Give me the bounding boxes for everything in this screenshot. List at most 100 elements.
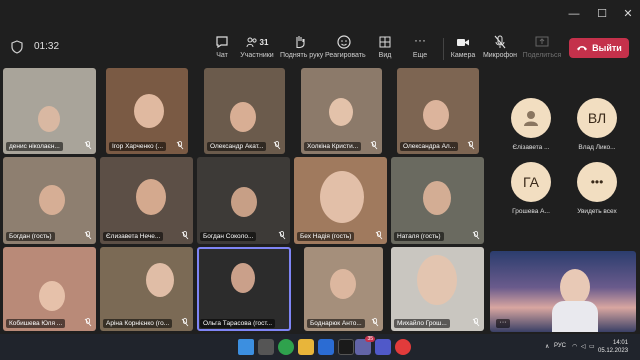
share-button[interactable]: Поделиться (522, 34, 562, 64)
participant-video (329, 98, 353, 126)
camera-button[interactable]: Камера (449, 34, 477, 64)
see-all-label: Увидеть всех (577, 208, 617, 215)
video-tile[interactable]: Холкіна Кристи... (301, 68, 382, 154)
more-dots-icon: ··· (414, 33, 426, 47)
video-tile[interactable]: Боднарюк Анто... (304, 247, 383, 331)
participant-name: Олександр Акат... (207, 142, 267, 151)
video-tile[interactable]: Ігор Харченко (... (106, 68, 188, 154)
video-tile[interactable]: Богдан Соколо... (197, 157, 290, 244)
battery-icon[interactable]: ▭ (589, 343, 595, 350)
participant-name: Єлизавета Нече... (103, 232, 164, 241)
window-titlebar: — ☐ ✕ (0, 0, 640, 28)
close-button[interactable]: ✕ (614, 4, 640, 24)
participant-video (39, 281, 65, 311)
self-video-body (552, 301, 598, 332)
participant-name: Олександра Ал... (400, 142, 459, 151)
video-tile[interactable]: Аріна Корнієнко (го... (100, 247, 193, 331)
participant-video (38, 106, 60, 132)
participant-video (230, 102, 256, 132)
task-view-icon[interactable] (258, 339, 274, 355)
video-tile[interactable]: денис ніколаєн... (3, 68, 96, 154)
language-indicator[interactable]: РУС (554, 343, 566, 349)
side-participant[interactable]: Єлізавета ... (496, 98, 566, 168)
side-participant-name: Влад Лико... (578, 144, 616, 151)
chevron-up-icon[interactable]: ∧ (545, 343, 549, 350)
shield-icon (11, 40, 23, 54)
edge-icon[interactable] (278, 339, 294, 355)
participants-count: 31 (259, 37, 269, 47)
toolbar-divider (443, 38, 444, 60)
avatar: ГА (511, 162, 551, 202)
mic-muted-icon (84, 318, 92, 327)
video-tile[interactable]: Наталя (гость) (391, 157, 484, 244)
participant-name: Богдан (гость) (6, 232, 55, 241)
video-tile[interactable]: Кобишева Юля ... (3, 247, 96, 331)
participant-video (423, 181, 451, 215)
video-tile[interactable]: Бех Надія (гость) (294, 157, 387, 244)
start-icon[interactable] (238, 339, 254, 355)
video-tile-active-speaker[interactable]: Ольга Тарасова (гост... (197, 247, 291, 331)
raise-hand-button[interactable]: Поднять руку (280, 34, 324, 64)
side-participant-name: Єлізавета ... (512, 144, 550, 151)
teams-icon[interactable] (375, 339, 391, 355)
leave-button[interactable]: Выйти (569, 38, 629, 58)
participants-label: Участники (240, 52, 274, 59)
mic-muted-icon (278, 231, 286, 240)
see-all-button[interactable]: ••• Увидеть всех (562, 162, 632, 232)
video-tile[interactable]: Михайло Грош... (391, 247, 484, 331)
clock[interactable]: 14:01 05.12.2023 (598, 339, 628, 355)
mic-muted-icon (494, 35, 506, 49)
meeting-timer: 01:32 (34, 41, 60, 52)
video-tile[interactable]: Олександр Акат... (204, 68, 285, 154)
app-icon[interactable] (395, 339, 411, 355)
participant-video (423, 100, 449, 130)
participant-name: денис ніколаєн... (6, 142, 63, 151)
chat-badge: 35 (365, 336, 375, 342)
more-button[interactable]: ··· Еще (407, 34, 433, 64)
more-options-icon[interactable]: ··· (496, 319, 510, 328)
view-button[interactable]: Вид (372, 34, 398, 64)
mic-button[interactable]: Микрофон (482, 34, 518, 64)
video-tile[interactable]: Єлизавета Нече... (100, 157, 193, 244)
react-label: Реагировать (325, 52, 366, 59)
avatar: ВЛ (577, 98, 617, 138)
participants-button[interactable]: 31 Участники (238, 34, 276, 64)
participant-video (231, 187, 257, 217)
maximize-button[interactable]: ☐ (588, 4, 616, 24)
mic-muted-icon (181, 231, 189, 240)
participant-name: Богдан Соколо... (200, 232, 257, 241)
chat-icon (216, 36, 228, 49)
avatar (511, 98, 551, 138)
chat-label: Чат (216, 52, 228, 59)
mic-muted-icon (467, 141, 475, 150)
teams-chat-icon[interactable]: 35 (355, 336, 375, 355)
participant-name: Наталя (гость) (394, 232, 444, 241)
side-participant[interactable]: ВЛ Влад Лико... (562, 98, 632, 168)
wifi-icon[interactable]: ◠ (572, 343, 577, 350)
chat-button[interactable]: Чат (208, 34, 236, 64)
mic-label: Микрофон (482, 52, 518, 59)
clock-time: 14:01 (613, 340, 629, 346)
participant-video (231, 263, 255, 293)
volume-icon[interactable]: ◁ (581, 343, 586, 350)
raise-hand-label: Поднять руку (280, 52, 324, 59)
react-button[interactable]: Реагировать (325, 34, 366, 64)
video-tile[interactable]: Богдан (гость) (3, 157, 96, 244)
participant-video (136, 179, 166, 215)
minimize-button[interactable]: — (560, 4, 588, 24)
share-label: Поделиться (522, 52, 562, 59)
mic-muted-icon (472, 318, 480, 327)
video-tile[interactable]: Олександра Ал... (397, 68, 479, 154)
emoji-icon (337, 35, 351, 49)
word-icon[interactable] (318, 339, 334, 355)
side-participant[interactable]: ГА Грошева А... (496, 162, 566, 232)
self-view-tile[interactable]: ··· (490, 251, 636, 332)
meeting-toolbar: 01:32 Чат 31 Участники Поднять руку Реаг… (0, 28, 640, 66)
mic-muted-icon (181, 318, 189, 327)
mic-muted-icon (84, 231, 92, 240)
mic-muted-icon (375, 231, 383, 240)
people-icon (246, 37, 257, 48)
more-label: Еще (412, 52, 428, 59)
file-explorer-icon[interactable] (298, 339, 314, 355)
terminal-icon[interactable] (338, 339, 354, 355)
